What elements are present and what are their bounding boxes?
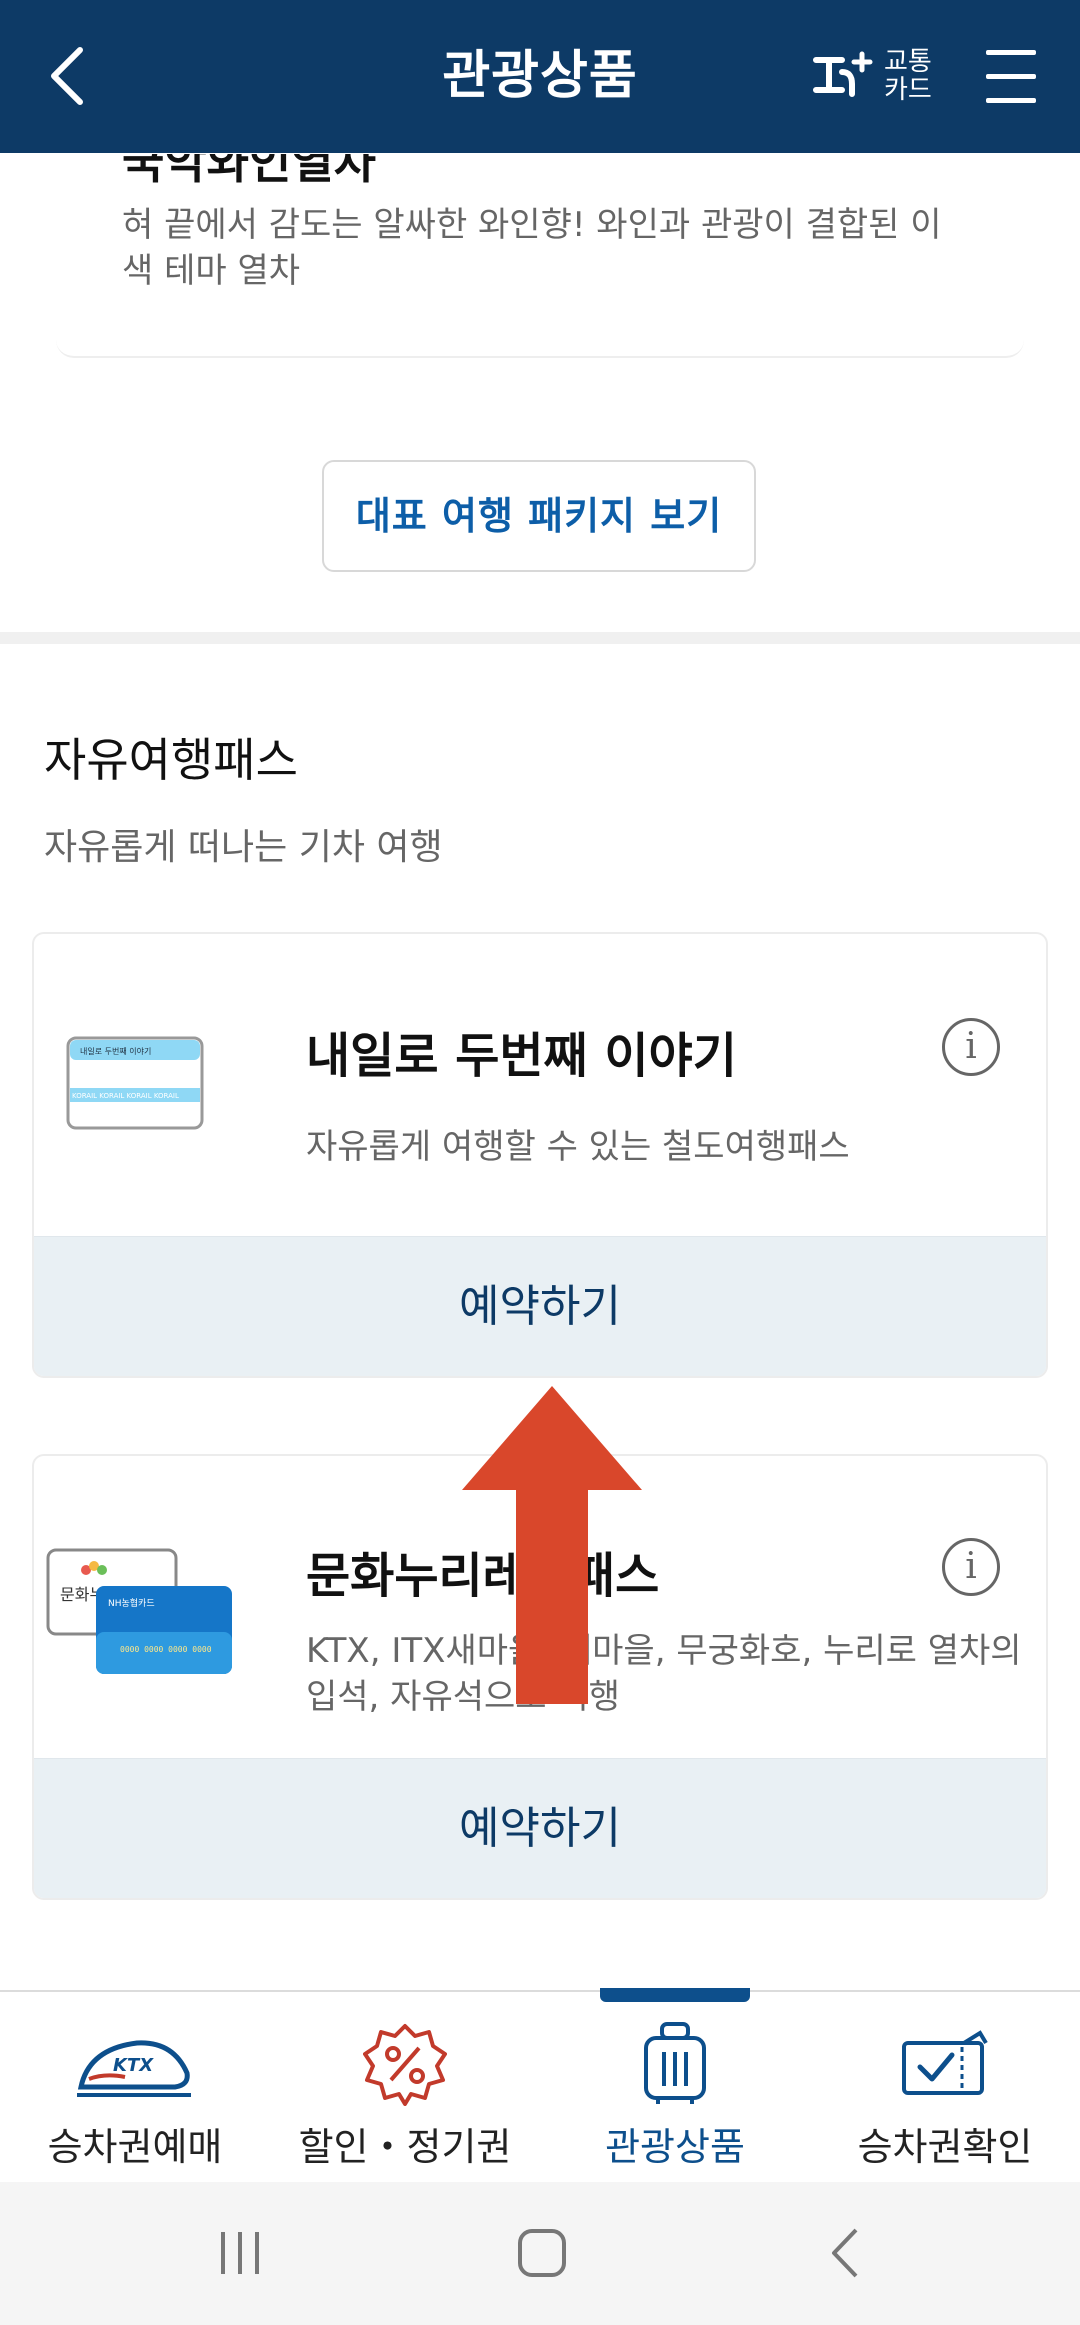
package-view-button[interactable]: 대표 여행 패키지 보기 xyxy=(322,460,756,572)
pass-description: KTX, ITX새마을, 새마을, 무궁화호, 누리로 열차의 입석, 자유석으… xyxy=(306,1631,1022,1717)
nh-card-number: 0000 0000 0000 0000 xyxy=(120,1645,212,1654)
nav-label: 관광상품 xyxy=(605,2125,745,2169)
nav-tour-products[interactable]: 관광상품 xyxy=(540,1988,810,2184)
nav-label: 승차권확인 xyxy=(857,2125,1033,2169)
ticket-check-icon xyxy=(885,2016,1005,2112)
munhwa-card-image: 문화누리 NH농협카드 0000 0000 0000 0000 xyxy=(46,1548,236,1678)
section-subtitle: 자유롭게 떠나는 기차 여행 xyxy=(44,827,443,868)
home-icon[interactable] xyxy=(492,2220,592,2286)
nav-label: 할인・정기권 xyxy=(298,2125,512,2169)
system-back-icon[interactable] xyxy=(796,2220,896,2286)
tcard-label-2: 카드 xyxy=(884,75,932,105)
prev-item-description: 혀 끝에서 감도는 알싸한 와인향! 와인과 관광이 결합된 이색 테마 열차 xyxy=(122,205,942,291)
naeilro-card-image: 내일로 두번째 이야기 KORAIL KORAIL KORAIL KORAIL xyxy=(66,1036,204,1130)
discount-badge-icon xyxy=(345,2016,465,2112)
hamburger-menu-icon[interactable] xyxy=(986,50,1036,104)
section-title: 자유여행패스 xyxy=(44,733,298,787)
active-tab-indicator xyxy=(600,1988,750,2002)
transport-card-button[interactable]: 교통 카드 xyxy=(812,46,942,106)
nav-ticket-check[interactable]: 승차권확인 xyxy=(810,1992,1080,2184)
info-icon[interactable]: i xyxy=(942,1538,1000,1596)
reserve-button[interactable]: 예약하기 xyxy=(34,1236,1046,1376)
pass-description: 자유롭게 여행할 수 있는 철도여행패스 xyxy=(306,1127,850,1167)
suitcase-icon xyxy=(615,2016,735,2112)
pass-card-naeilro[interactable]: 내일로 두번째 이야기 KORAIL KORAIL KORAIL KORAIL … xyxy=(32,932,1048,1378)
section-divider xyxy=(0,632,1080,644)
recent-apps-icon[interactable] xyxy=(190,2220,290,2286)
reserve-button[interactable]: 예약하기 xyxy=(34,1758,1046,1898)
nh-card-text: NH농협카드 xyxy=(108,1597,155,1609)
naeilro-card-strip: KORAIL KORAIL KORAIL KORAIL xyxy=(72,1092,179,1100)
tcard-label-1: 교통 xyxy=(884,47,932,77)
transport-card-icon xyxy=(813,51,873,97)
bottom-navigation: KTX 승차권예매 할인・정기권 관광상품 승차권확인 xyxy=(0,1988,1080,2184)
nav-label: 승차권예매 xyxy=(47,2125,223,2169)
nav-discount-pass[interactable]: 할인・정기권 xyxy=(270,1992,540,2184)
pass-name: 내일로 두번째 이야기 xyxy=(306,1028,737,1084)
nav-ticket-booking[interactable]: KTX 승차권예매 xyxy=(0,1992,270,2184)
ktx-train-icon: KTX xyxy=(75,2016,195,2112)
app-header: 관광상품 교통 카드 xyxy=(0,0,1080,153)
info-icon[interactable]: i xyxy=(942,1018,1000,1076)
up-arrow-annotation-icon xyxy=(462,1386,642,1704)
naeilro-card-text: 내일로 두번째 이야기 xyxy=(80,1046,151,1056)
system-navigation-bar xyxy=(0,2182,1080,2325)
svg-text:KTX: KTX xyxy=(113,2055,154,2076)
